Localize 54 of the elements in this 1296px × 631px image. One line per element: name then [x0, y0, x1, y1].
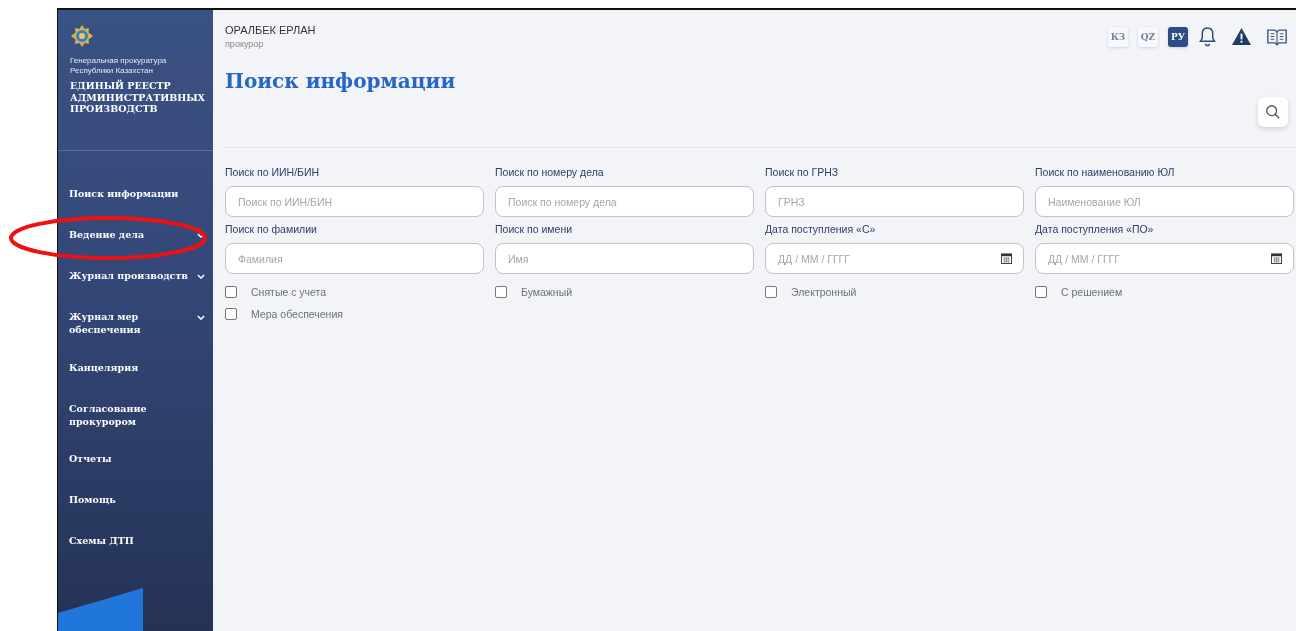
nav-item[interactable]: Поиск информации [58, 181, 213, 210]
organization-name: Генеральная прокуратура Республики Казахстан [70, 56, 168, 76]
input-field[interactable]: Поиск по номеру дела [495, 186, 754, 217]
emblem-icon [70, 24, 94, 48]
checkbox[interactable] [1035, 286, 1047, 298]
chevron-down-icon [197, 233, 205, 238]
search-icon [1265, 104, 1281, 120]
checkbox[interactable] [225, 286, 237, 298]
field-label: Дата поступления «С» [765, 223, 877, 235]
checkbox-label: Бумажный [521, 286, 573, 298]
page-title: Поиск информации [225, 69, 456, 93]
chevron-down-icon [197, 274, 205, 279]
nav-item[interactable]: Помощь [58, 487, 213, 517]
nav-item[interactable]: Журнал производств [58, 263, 213, 292]
user-name: ОРАЛБЕК ЕРЛАН [225, 24, 317, 36]
nav-item[interactable]: Согласование прокурором [58, 395, 213, 435]
checkbox[interactable] [495, 286, 507, 298]
input-field[interactable]: Фамилия [225, 243, 484, 274]
field-label: Поиск по фамилии [225, 223, 318, 235]
language-button[interactable]: QZ [1138, 26, 1158, 47]
user-role: прокурор [225, 39, 265, 49]
warning-icon[interactable] [1231, 27, 1252, 46]
field-label: Поиск по номеру дела [495, 166, 605, 178]
date-field[interactable]: ДД / ММ / ГГГГ [1035, 243, 1294, 274]
checkbox-label: Электронный [791, 286, 857, 298]
field-label: Поиск по наименованию ЮЛ [1035, 166, 1176, 178]
nav-item[interactable]: Журнал мер обеспечения [58, 304, 213, 343]
calendar-icon[interactable] [1001, 253, 1012, 264]
input-field[interactable]: Имя [495, 243, 754, 274]
input-field[interactable]: ГРНЗ [765, 186, 1024, 217]
input-field[interactable]: Наименование ЮЛ [1035, 186, 1294, 217]
nav-item[interactable]: Отчеты [58, 446, 213, 476]
chevron-down-icon [197, 315, 205, 320]
date-field[interactable]: ДД / ММ / ГГГГ [765, 243, 1024, 274]
nav-item[interactable]: Схемы ДТП [58, 528, 213, 558]
field-label: Поиск по ГРНЗ [765, 166, 840, 178]
language-button[interactable]: РУ [1168, 26, 1188, 47]
nav-item[interactable]: Ведение дела [58, 222, 213, 251]
checkbox-label: Мера обеспечения [251, 308, 343, 320]
book-icon[interactable] [1266, 27, 1288, 46]
field-label: Дата поступления «ПО» [1035, 223, 1155, 235]
field-label: Поиск по ИИН/БИН [225, 166, 321, 178]
input-field[interactable]: Поиск по ИИН/БИН [225, 186, 484, 217]
nav-item[interactable]: Канцелярия [58, 354, 213, 384]
system-name: ЕДИНЫЙ РЕЕСТР АДМИНИСТРАТИВНЫХ ПРОИЗВОДСТВ [70, 80, 206, 115]
search-button[interactable] [1258, 97, 1288, 127]
bell-icon[interactable] [1198, 26, 1217, 47]
checkbox[interactable] [765, 286, 777, 298]
checkbox[interactable] [225, 308, 237, 320]
calendar-icon[interactable] [1271, 253, 1282, 264]
checkbox-label: С решением [1061, 286, 1123, 298]
language-button[interactable]: КЗ [1108, 26, 1128, 47]
checkbox-label: Снятые с учета [251, 286, 327, 298]
field-label: Поиск по имени [495, 223, 574, 235]
